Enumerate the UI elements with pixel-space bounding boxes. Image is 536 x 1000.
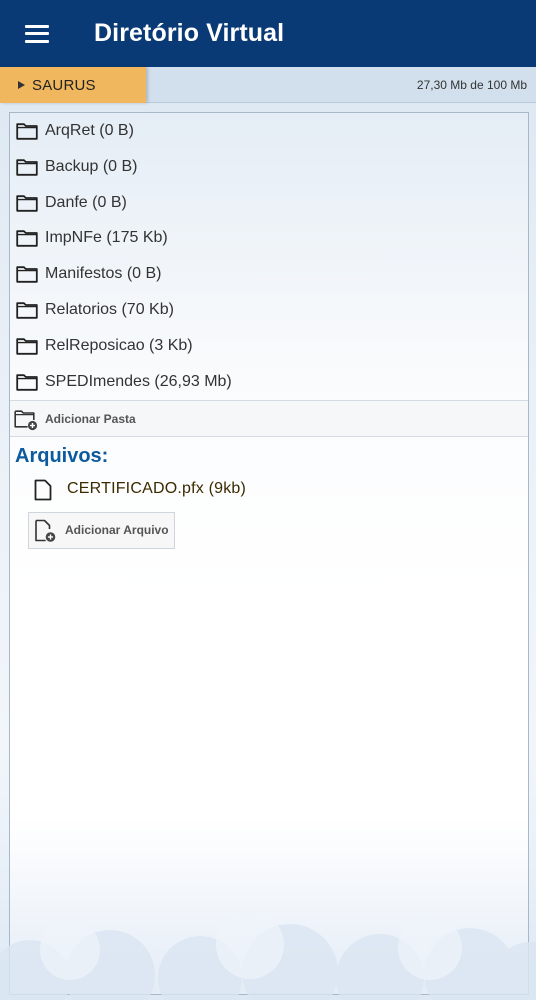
folder-item[interactable]: Relatorios (70 Kb) [10,292,528,328]
add-folder-label: Adicionar Pasta [45,412,136,426]
folder-item[interactable]: ArqRet (0 B) [10,113,528,149]
folder-item[interactable]: SPEDImendes (26,93 Mb) [10,364,528,400]
hamburger-menu-icon[interactable] [0,0,74,67]
folder-item[interactable]: Danfe (0 B) [10,185,528,221]
breadcrumb-saurus[interactable]: SAURUS [0,67,146,103]
breadcrumb-bar: SAURUS 27,30 Mb de 100 Mb [0,67,536,103]
storage-quota: 27,30 Mb de 100 Mb [416,78,527,92]
files-heading: Arquivos: [15,445,109,467]
add-file-button[interactable]: Adicionar Arquivo [28,512,175,549]
folder-icon [16,302,38,319]
folder-icon [16,159,38,176]
folder-label: RelReposicao (3 Kb) [45,337,193,354]
breadcrumb-label: SAURUS [32,76,96,94]
folder-icon [16,123,38,140]
add-file-label: Adicionar Arquivo [65,523,169,537]
directory-panel: ArqRet (0 B) Backup (0 B) Danfe (0 B) Im… [9,112,529,995]
folder-icon [16,230,38,247]
folder-item[interactable]: Backup (0 B) [10,149,528,185]
folder-add-icon [14,410,38,431]
folder-item[interactable]: Manifestos (0 B) [10,256,528,292]
app-header: Diretório Virtual [0,0,536,67]
folder-label: Backup (0 B) [45,158,138,175]
add-folder-button[interactable]: Adicionar Pasta [10,400,528,437]
folder-icon [16,195,38,212]
page-title: Diretório Virtual [94,19,285,47]
folder-icon [16,266,38,283]
folder-label: SPEDImendes (26,93 Mb) [45,373,232,390]
folder-item[interactable]: ImpNFe (175 Kb) [10,220,528,256]
folder-label: ImpNFe (175 Kb) [45,229,168,246]
file-add-icon [35,519,56,542]
file-icon [34,479,52,501]
file-label: CERTIFICADO.pfx (9kb) [67,480,247,497]
folder-label: ArqRet (0 B) [45,122,134,139]
folder-label: Manifestos (0 B) [45,265,162,282]
app: Diretório Virtual SAURUS 27,30 Mb de 100… [0,0,536,1000]
folder-icon [16,338,38,355]
file-item[interactable]: CERTIFICADO.pfx (9kb) [34,477,334,503]
folder-item[interactable]: RelReposicao (3 Kb) [10,328,528,364]
folder-label: Danfe (0 B) [45,194,127,211]
caret-right-icon [18,81,25,89]
folder-icon [16,374,38,391]
folder-label: Relatorios (70 Kb) [45,301,174,318]
